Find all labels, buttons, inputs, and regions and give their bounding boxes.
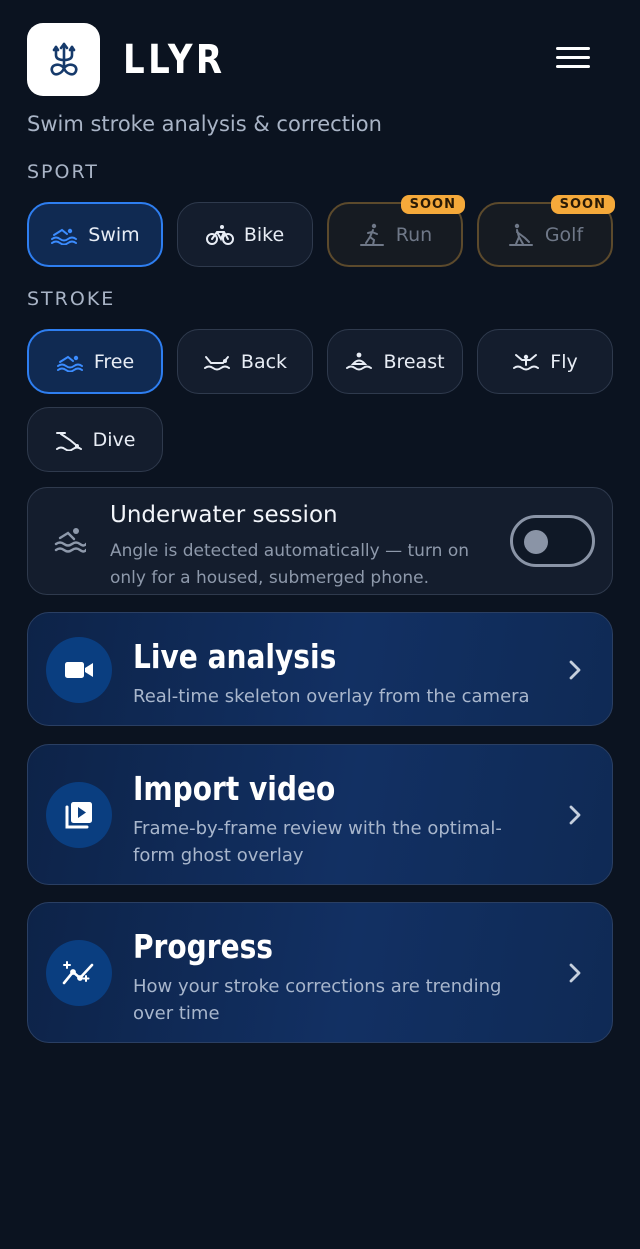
freestyle-icon: [56, 351, 84, 373]
stroke-chip-back[interactable]: Back: [177, 329, 313, 394]
soon-badge: SOON: [550, 195, 615, 214]
swim-icon: [50, 224, 78, 246]
chevron-right-icon: [566, 802, 584, 832]
golf-icon: [507, 223, 535, 246]
video-camera-icon: [46, 637, 112, 703]
chip-label: Fly: [550, 350, 578, 373]
butterfly-icon: [512, 351, 540, 373]
backstroke-icon: [203, 351, 231, 373]
swimmer-wave-icon: [54, 524, 88, 560]
progress-title: Progress: [133, 927, 273, 966]
app-header: LLYR: [27, 23, 613, 97]
app-tagline: Swim stroke analysis & correction: [27, 112, 382, 136]
trident-logo-icon: [49, 42, 78, 76]
chip-label: Free: [93, 350, 135, 373]
underwater-session-title: Underwater session: [110, 502, 338, 528]
live-analysis-title: Live analysis: [133, 637, 337, 676]
import-video-card[interactable]: Import video Frame-by-frame review with …: [27, 744, 613, 885]
sport-chip-run[interactable]: Run SOON: [327, 195, 465, 267]
underwater-session-description: Angle is detected automatically — turn o…: [110, 541, 469, 588]
chip-label: Bike: [243, 223, 285, 246]
stroke-chip-dive[interactable]: Dive: [27, 407, 163, 472]
chevron-right-icon: [566, 960, 584, 990]
dive-icon: [55, 429, 83, 451]
sport-chip-swim[interactable]: Swim: [27, 202, 163, 267]
progress-description: How your stroke corrections are trending…: [133, 976, 502, 1024]
chip-label: Dive: [92, 428, 136, 451]
sport-section-label: SPORT: [27, 161, 99, 183]
stroke-chip-fly[interactable]: Fly: [477, 329, 613, 394]
underwater-session-card: Underwater session Angle is detected aut…: [27, 487, 613, 595]
app-name: LLYR: [123, 37, 226, 83]
trend-sparkle-icon: [46, 940, 112, 1006]
progress-card[interactable]: Progress How your stroke corrections are…: [27, 902, 613, 1043]
video-library-icon: [46, 782, 112, 848]
soon-badge: SOON: [400, 195, 465, 214]
chevron-right-icon: [566, 657, 584, 687]
underwater-toggle[interactable]: [510, 515, 595, 567]
run-icon: [358, 223, 386, 246]
chip-label: Breast: [383, 350, 445, 373]
import-video-description: Frame-by-frame review with the optimal-f…: [133, 818, 502, 866]
bike-icon: [205, 224, 234, 246]
live-analysis-description: Real-time skeleton overlay from the came…: [133, 686, 530, 707]
chip-label: Golf: [544, 223, 584, 246]
toggle-knob: [524, 530, 548, 554]
breaststroke-icon: [345, 351, 373, 373]
sport-chip-bike[interactable]: Bike: [177, 202, 313, 267]
app-logo: [27, 23, 100, 96]
chip-label: Back: [240, 350, 288, 373]
sport-chip-golf[interactable]: Golf SOON: [477, 195, 615, 267]
import-video-title: Import video: [133, 769, 336, 808]
stroke-chip-breast[interactable]: Breast: [327, 329, 463, 394]
hamburger-menu-icon[interactable]: [556, 47, 590, 73]
live-analysis-card[interactable]: Live analysis Real-time skeleton overlay…: [27, 612, 613, 726]
stroke-chip-free[interactable]: Free: [27, 329, 163, 394]
stroke-section-label: STROKE: [27, 288, 116, 310]
chip-label: Swim: [88, 223, 140, 246]
chip-label: Run: [395, 223, 433, 246]
